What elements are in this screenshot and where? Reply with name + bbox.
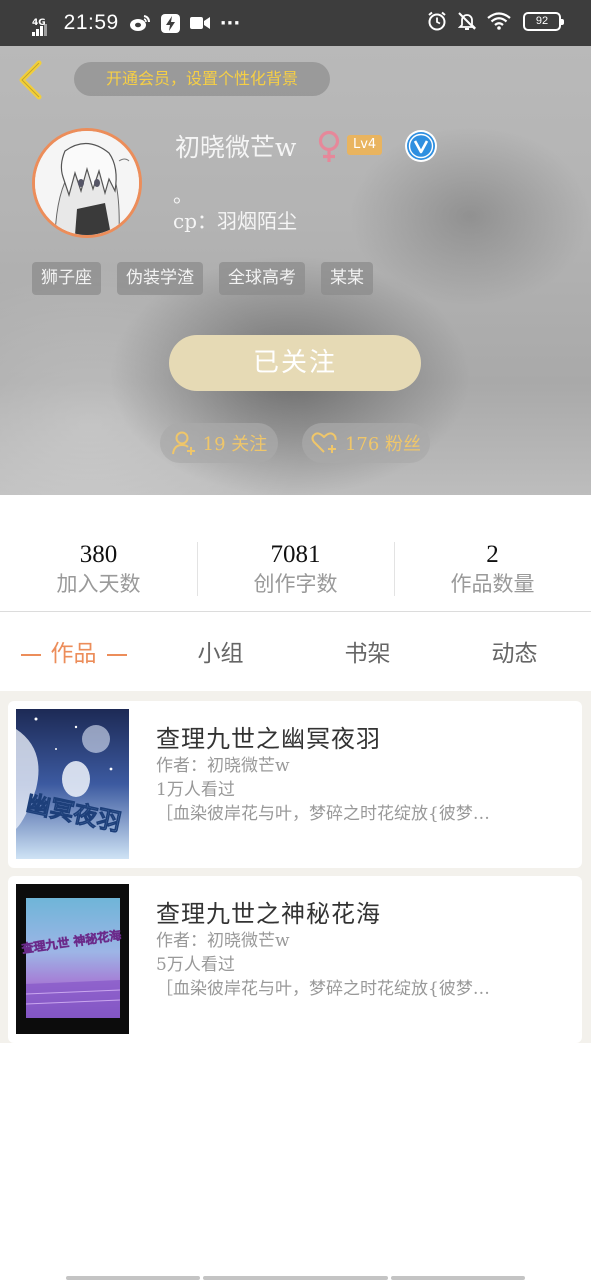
work-title: 查理九世之神秘花海	[156, 900, 381, 928]
mute-icon	[457, 11, 477, 31]
tag[interactable]: 全球高考	[219, 262, 305, 295]
follows-count: 19 关注	[202, 434, 268, 455]
work-card[interactable]: 查理九世 神秘花海 查理九世之神秘花海 作者：初晓微芒w 5万人看过 ［血染彼岸…	[8, 876, 582, 1043]
home-indicator	[66, 1276, 200, 1280]
female-gender-icon	[316, 130, 342, 168]
tag[interactable]: 狮子座	[32, 262, 101, 295]
avatar[interactable]	[32, 128, 142, 238]
tab-bookshelf[interactable]: 书架	[294, 632, 441, 676]
heart-add-icon	[311, 432, 337, 453]
nickname: 初晓微芒w	[175, 133, 297, 162]
level-badge: Lv4	[347, 135, 383, 155]
stat-word-count: 7081 创作字数	[197, 540, 394, 602]
weibo-icon	[129, 14, 151, 32]
work-author: 作者：初晓微芒w	[156, 931, 290, 951]
work-description: ［血染彼岸花与叶，梦碎之时花绽放{彼梦…	[156, 979, 490, 999]
stat-works-count: 2 作品数量	[394, 540, 591, 602]
work-card[interactable]: 幽冥夜羽 查理九世之幽冥夜羽 作者：初晓微芒w 1万人看过 ［血染彼岸花与叶，梦…	[8, 701, 582, 868]
wifi-icon	[487, 12, 511, 30]
signature: 。 cp：羽烟陌尘	[173, 182, 297, 234]
vip-background-prompt[interactable]: 开通会员，设置个性化背景	[74, 62, 330, 96]
stat-label: 加入天数	[56, 572, 141, 596]
work-views: 1万人看过	[156, 780, 235, 800]
stat-label: 作品数量	[450, 572, 535, 596]
battery-indicator: 92	[523, 11, 564, 31]
profile-header: 开通会员，设置个性化背景 初晓微芒w Lv4 。 cp：羽烟陌尘 狮子座 伪装学…	[0, 46, 591, 495]
followed-button[interactable]: 已关注	[169, 335, 421, 391]
work-description: ［血染彼岸花与叶，梦碎之时花绽放{彼梦…	[156, 804, 490, 824]
profile-stats: 380 加入天数 7081 创作字数 2 作品数量	[0, 540, 591, 602]
book-cover[interactable]: 幽冥夜羽	[16, 709, 129, 859]
works-list: 幽冥夜羽 查理九世之幽冥夜羽 作者：初晓微芒w 1万人看过 ［血染彼岸花与叶，梦…	[0, 691, 591, 1043]
tag[interactable]: 某某	[321, 262, 373, 295]
stat-value: 7081	[270, 541, 321, 568]
work-author: 作者：初晓微芒w	[156, 756, 290, 776]
home-indicator	[391, 1276, 525, 1280]
alarm-icon	[427, 11, 447, 31]
tab-groups[interactable]: 小组	[147, 632, 294, 676]
stat-days-joined: 380 加入天数	[0, 540, 197, 602]
signal-icon	[31, 24, 47, 36]
flash-app-icon	[160, 13, 180, 33]
verified-badge-icon	[405, 130, 437, 162]
work-views: 5万人看过	[156, 955, 235, 975]
tag-list: 狮子座 伪装学渣 全球高考 某某	[32, 262, 389, 295]
book-cover[interactable]: 查理九世 神秘花海	[16, 884, 129, 1034]
fans-count: 176 粉丝	[344, 434, 422, 455]
tab-activity[interactable]: 动态	[441, 632, 588, 676]
video-icon	[189, 16, 210, 30]
tag[interactable]: 伪装学渣	[117, 262, 203, 295]
tab-works[interactable]: 作品	[0, 632, 147, 676]
work-title: 查理九世之幽冥夜羽	[156, 725, 381, 753]
tab-label: 作品	[50, 641, 97, 667]
signature-line: 。	[173, 183, 193, 207]
more-notifications-icon: ···	[219, 12, 241, 34]
chevron-left-icon	[19, 60, 42, 100]
stat-label: 创作字数	[253, 572, 338, 596]
stat-value: 2	[486, 541, 499, 568]
stat-value: 380	[79, 541, 118, 568]
divider	[0, 611, 591, 612]
signature-line: cp：羽烟陌尘	[173, 209, 298, 233]
back-button[interactable]	[14, 58, 48, 102]
profile-tabs: 作品 小组 书架 动态	[0, 632, 591, 676]
home-indicator	[203, 1276, 388, 1280]
clock: 21:59	[63, 11, 119, 34]
status-bar: 4G 21:59 ··· 92	[0, 0, 591, 46]
fans-button[interactable]: 176 粉丝	[302, 423, 430, 463]
follows-button[interactable]: 19 关注	[160, 423, 278, 463]
user-add-icon	[171, 431, 195, 455]
